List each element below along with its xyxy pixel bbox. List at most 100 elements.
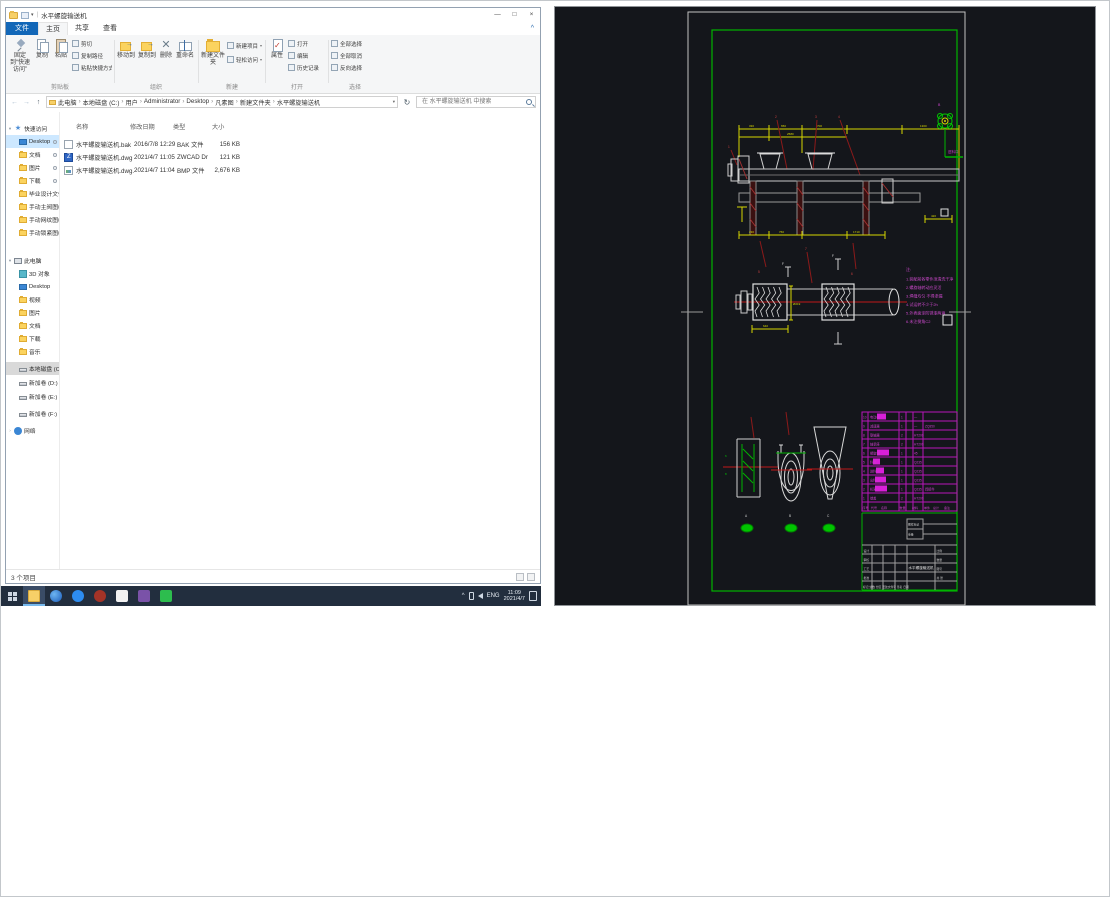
- breadcrumb-item[interactable]: Administrator: [144, 98, 180, 107]
- chevron-down-icon[interactable]: ▾: [6, 126, 14, 132]
- rename-button[interactable]: 重命名: [175, 38, 195, 60]
- sidebar-item-desktop[interactable]: Desktop: [6, 135, 59, 148]
- history-button[interactable]: 历史记录: [288, 62, 326, 73]
- move-to-button[interactable]: 移动到: [116, 38, 136, 60]
- sidebar-item-volume-d[interactable]: 新加卷 (D:): [6, 376, 59, 389]
- tab-share[interactable]: 共享: [68, 22, 96, 35]
- breadcrumb-item[interactable]: Desktop: [186, 98, 209, 107]
- invert-selection-button[interactable]: 反向选择: [331, 62, 379, 73]
- taskbar-app-purple[interactable]: [133, 586, 155, 606]
- new-folder-button[interactable]: 新建文件夹: [201, 38, 225, 67]
- new-item-button[interactable]: 新建项目 ▾: [227, 40, 263, 51]
- chevron-right-icon[interactable]: ›: [6, 428, 14, 433]
- speaker-icon[interactable]: [477, 593, 483, 599]
- copy-to-button[interactable]: 复制到: [137, 38, 157, 60]
- sidebar-item-desktop-pc[interactable]: Desktop: [6, 280, 59, 293]
- sidebar-item-recent-folder[interactable]: 手动主阀图纸: [6, 200, 59, 213]
- tab-view[interactable]: 查看: [96, 22, 124, 35]
- breadcrumb-item[interactable]: 用户: [125, 98, 137, 107]
- maximize-button[interactable]: □: [506, 8, 523, 22]
- sidebar-item-volume-f[interactable]: 新加卷 (F:): [6, 407, 59, 420]
- column-header-name[interactable]: 名称: [76, 122, 88, 134]
- title-bar[interactable]: ▾ | 水平螺旋输送机 — □ ×: [6, 8, 540, 22]
- column-header-size[interactable]: 大小: [212, 122, 224, 134]
- details-view-icon[interactable]: [516, 572, 524, 581]
- cad-viewer-window[interactable]: 330 650 700 1300 2580 1 2 3 4 5 6 230 76…: [554, 6, 1096, 606]
- address-input[interactable]: 此电脑 › 本地磁盘 (C:) › 用户 › Administrator › D…: [46, 96, 398, 108]
- select-none-button[interactable]: 全部取消: [331, 50, 379, 61]
- sidebar-item-local-disk-c[interactable]: 本地磁盘 (C:): [6, 362, 59, 375]
- address-dropdown-icon[interactable]: ▾: [393, 99, 395, 105]
- paste-shortcut-button[interactable]: 粘贴快捷方式: [72, 62, 112, 73]
- sidebar-item-pictures[interactable]: 图片: [6, 161, 59, 174]
- back-icon[interactable]: ←: [10, 99, 19, 106]
- taskbar-app-green[interactable]: [155, 586, 177, 606]
- properties-button[interactable]: 属性: [268, 38, 286, 60]
- select-all-button[interactable]: 全部选择: [331, 38, 379, 49]
- sidebar-section-quick-access[interactable]: ▾ ★ 快速访问: [6, 122, 59, 135]
- sidebar-item-pictures-pc[interactable]: 图片: [6, 306, 59, 319]
- search-icon[interactable]: [526, 99, 532, 105]
- sidebar-item-recent-folder[interactable]: 手动网纹图纸: [6, 213, 59, 226]
- pin-to-quick-access-button[interactable]: 固定到“快速访问”: [8, 38, 32, 74]
- breadcrumb-item[interactable]: 本地磁盘 (C:): [83, 98, 120, 107]
- edit-button[interactable]: 编辑: [288, 50, 326, 61]
- svg-text:2580: 2580: [787, 132, 794, 136]
- sidebar-item-downloads-pc[interactable]: 下载: [6, 332, 59, 345]
- sidebar-item-documents[interactable]: 文档: [6, 148, 59, 161]
- easy-access-button[interactable]: 轻松访问 ▾: [227, 54, 263, 65]
- clock[interactable]: 11:09 2021/4/7: [504, 590, 525, 603]
- minimize-button[interactable]: —: [489, 8, 506, 22]
- taskbar-app-white[interactable]: [111, 586, 133, 606]
- column-header-date[interactable]: 修改日期: [130, 122, 155, 134]
- start-button[interactable]: [1, 586, 23, 606]
- sidebar-item-recent-folder[interactable]: 毕业设计文件: [6, 187, 59, 200]
- qat-dropdown-icon[interactable]: ▾: [31, 8, 34, 22]
- paste-button[interactable]: 粘贴: [52, 38, 70, 60]
- ribbon-collapse-icon[interactable]: ^: [531, 22, 540, 35]
- language-indicator[interactable]: ENG: [487, 593, 500, 599]
- file-row[interactable]: 水平螺旋输送机.bak 2016/7/8 12:29 BAK 文件 156 KB: [62, 138, 536, 151]
- file-row[interactable]: 水平螺旋输送机.dwg 2021/4/7 11:05 ZWCAD Drawing…: [62, 151, 536, 164]
- breadcrumb-item[interactable]: 水平螺旋输送机: [277, 98, 320, 107]
- sidebar-item-recent-folder[interactable]: 手动锁紧图纸: [6, 226, 59, 239]
- refresh-icon[interactable]: ↻: [401, 98, 413, 107]
- search-input[interactable]: [420, 97, 526, 107]
- svg-text:8: 8: [863, 434, 865, 438]
- cut-button[interactable]: 剪切: [72, 38, 112, 49]
- thumbnail-view-icon[interactable]: [527, 572, 535, 581]
- sidebar-item-documents-pc[interactable]: 文档: [6, 319, 59, 332]
- column-header-type[interactable]: 类型: [173, 122, 185, 134]
- tray-expand-icon[interactable]: ^: [462, 593, 465, 599]
- breadcrumb-item[interactable]: 新建文件夹: [240, 98, 271, 107]
- chevron-down-icon[interactable]: ▾: [6, 258, 14, 264]
- breadcrumb-item[interactable]: 此电脑: [58, 98, 77, 107]
- phone-icon[interactable]: [468, 592, 474, 600]
- sidebar-item-network[interactable]: › 网络: [6, 424, 59, 437]
- sidebar-item-videos[interactable]: 视频: [6, 293, 59, 306]
- up-icon[interactable]: ↑: [34, 99, 43, 106]
- close-button[interactable]: ×: [523, 8, 540, 22]
- taskbar-app-red[interactable]: [89, 586, 111, 606]
- delete-button[interactable]: ✕ 删除: [158, 38, 174, 60]
- taskbar-app-browser[interactable]: [45, 586, 67, 606]
- taskbar-app-blue[interactable]: [67, 586, 89, 606]
- breadcrumb-item[interactable]: 凡素图: [215, 98, 234, 107]
- forward-icon[interactable]: →: [22, 99, 31, 106]
- sidebar-section-this-pc[interactable]: ▾ 此电脑: [6, 254, 59, 267]
- sidebar-item-music[interactable]: 音乐: [6, 345, 59, 358]
- search-box[interactable]: [416, 96, 536, 108]
- notification-center-icon[interactable]: [529, 591, 537, 601]
- copy-path-button[interactable]: 复制路径: [72, 50, 112, 61]
- tab-home[interactable]: 主页: [38, 22, 68, 35]
- taskbar-file-explorer[interactable]: [23, 586, 45, 606]
- copy-button[interactable]: 复制: [33, 38, 51, 60]
- file-row[interactable]: 水平螺旋输送机.dwg.BMP 2021/4/7 11:04 BMP 文件 2,…: [62, 164, 536, 177]
- quick-access-toolbar-icon[interactable]: [21, 11, 29, 19]
- sidebar-item-downloads[interactable]: 下载: [6, 174, 59, 187]
- cad-canvas[interactable]: 330 650 700 1300 2580 1 2 3 4 5 6 230 76…: [555, 7, 1097, 607]
- tab-file[interactable]: 文件: [6, 22, 38, 35]
- sidebar-item-3d-objects[interactable]: 3D 对象: [6, 267, 59, 280]
- open-button[interactable]: 打开: [288, 38, 326, 49]
- sidebar-item-volume-e[interactable]: 新加卷 (E:): [6, 390, 59, 403]
